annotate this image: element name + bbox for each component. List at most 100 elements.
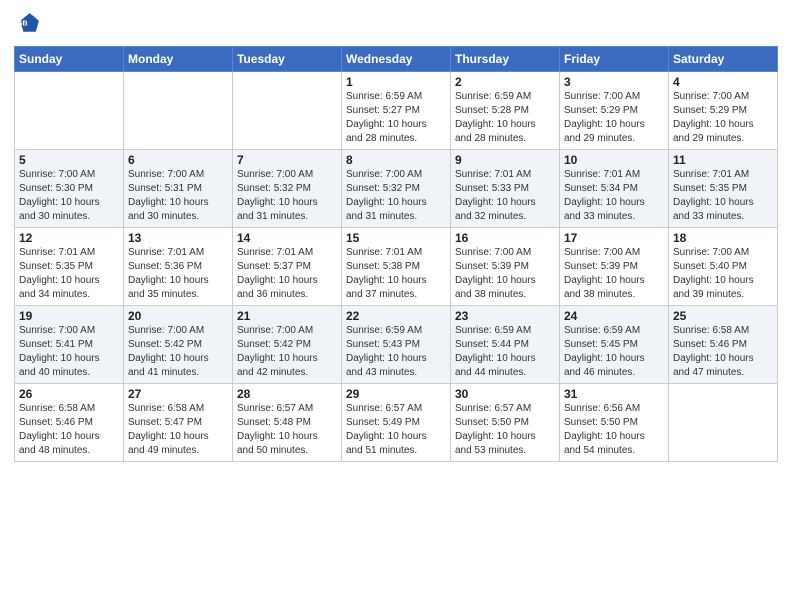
sunset-text: Sunset: 5:32 PM xyxy=(346,183,420,194)
day-number: 12 xyxy=(19,231,119,245)
calendar-cell: 22Sunrise: 6:59 AMSunset: 5:43 PMDayligh… xyxy=(342,306,451,384)
daylight-text: Daylight: 10 hoursand 46 minutes. xyxy=(564,353,645,378)
sunset-text: Sunset: 5:32 PM xyxy=(237,183,311,194)
sunrise-text: Sunrise: 7:01 AM xyxy=(237,247,313,258)
day-number: 25 xyxy=(673,309,773,323)
sunset-text: Sunset: 5:34 PM xyxy=(564,183,638,194)
calendar-cell: 19Sunrise: 7:00 AMSunset: 5:41 PMDayligh… xyxy=(15,306,124,384)
day-number: 14 xyxy=(237,231,337,245)
col-header-tuesday: Tuesday xyxy=(233,47,342,72)
calendar-cell: 9Sunrise: 7:01 AMSunset: 5:33 PMDaylight… xyxy=(451,150,560,228)
day-detail: Sunrise: 7:00 AMSunset: 5:32 PMDaylight:… xyxy=(237,168,337,224)
daylight-text: Daylight: 10 hoursand 30 minutes. xyxy=(19,197,100,222)
day-detail: Sunrise: 7:01 AMSunset: 5:34 PMDaylight:… xyxy=(564,168,664,224)
day-detail: Sunrise: 6:59 AMSunset: 5:27 PMDaylight:… xyxy=(346,90,446,146)
day-number: 28 xyxy=(237,387,337,401)
calendar-cell: 7Sunrise: 7:00 AMSunset: 5:32 PMDaylight… xyxy=(233,150,342,228)
sunrise-text: Sunrise: 6:58 AM xyxy=(19,403,95,414)
sunset-text: Sunset: 5:42 PM xyxy=(128,339,202,350)
daylight-text: Daylight: 10 hoursand 34 minutes. xyxy=(19,275,100,300)
daylight-text: Daylight: 10 hoursand 47 minutes. xyxy=(673,353,754,378)
day-number: 23 xyxy=(455,309,555,323)
day-number: 31 xyxy=(564,387,664,401)
sunrise-text: Sunrise: 7:00 AM xyxy=(128,325,204,336)
sunset-text: Sunset: 5:43 PM xyxy=(346,339,420,350)
sunrise-text: Sunrise: 6:59 AM xyxy=(455,91,531,102)
logo: GB xyxy=(14,10,46,38)
daylight-text: Daylight: 10 hoursand 44 minutes. xyxy=(455,353,536,378)
day-detail: Sunrise: 6:58 AMSunset: 5:46 PMDaylight:… xyxy=(673,324,773,380)
sunset-text: Sunset: 5:46 PM xyxy=(673,339,747,350)
sunrise-text: Sunrise: 7:00 AM xyxy=(564,247,640,258)
day-number: 6 xyxy=(128,153,228,167)
sunset-text: Sunset: 5:28 PM xyxy=(455,105,529,116)
calendar-cell: 2 Sunrise: 6:59 AM Sunset: 5:28 PM Daylight… xyxy=(451,72,560,150)
sunset-text: Sunset: 5:35 PM xyxy=(19,261,93,272)
day-detail: Sunrise: 7:01 AMSunset: 5:35 PMDaylight:… xyxy=(673,168,773,224)
calendar-cell: 24Sunrise: 6:59 AMSunset: 5:45 PMDayligh… xyxy=(560,306,669,384)
sunset-text: Sunset: 5:41 PM xyxy=(19,339,93,350)
sunset-text: Sunset: 5:35 PM xyxy=(673,183,747,194)
day-number: 2 xyxy=(455,75,555,89)
day-detail: Sunrise: 6:59 AMSunset: 5:45 PMDaylight:… xyxy=(564,324,664,380)
day-detail: Sunrise: 7:01 AMSunset: 5:33 PMDaylight:… xyxy=(455,168,555,224)
day-number: 30 xyxy=(455,387,555,401)
daylight-text: Daylight: 10 hoursand 51 minutes. xyxy=(346,431,427,456)
sunset-text: Sunset: 5:37 PM xyxy=(237,261,311,272)
logo-icon: GB xyxy=(14,10,42,38)
daylight-text: Daylight: 10 hoursand 29 minutes. xyxy=(564,119,645,144)
day-detail: Sunrise: 6:56 AMSunset: 5:50 PMDaylight:… xyxy=(564,402,664,458)
sunset-text: Sunset: 5:46 PM xyxy=(19,417,93,428)
calendar-cell: 5Sunrise: 7:00 AMSunset: 5:30 PMDaylight… xyxy=(15,150,124,228)
day-detail: Sunrise: 6:59 AM Sunset: 5:28 PM Daylight:… xyxy=(455,90,555,146)
page: GB SundayMondayTuesdayWednesdayThursdayF… xyxy=(0,0,792,476)
calendar-cell: 27Sunrise: 6:58 AMSunset: 5:47 PMDayligh… xyxy=(124,384,233,462)
day-detail: Sunrise: 6:57 AMSunset: 5:48 PMDaylight:… xyxy=(237,402,337,458)
calendar-cell: 10Sunrise: 7:01 AMSunset: 5:34 PMDayligh… xyxy=(560,150,669,228)
sunset-text: Sunset: 5:30 PM xyxy=(19,183,93,194)
calendar-cell: 28Sunrise: 6:57 AMSunset: 5:48 PMDayligh… xyxy=(233,384,342,462)
day-number: 16 xyxy=(455,231,555,245)
calendar-cell: 6Sunrise: 7:00 AMSunset: 5:31 PMDaylight… xyxy=(124,150,233,228)
sunset-text: Sunset: 5:50 PM xyxy=(455,417,529,428)
day-number: 8 xyxy=(346,153,446,167)
daylight-text: Daylight: 10 hoursand 53 minutes. xyxy=(455,431,536,456)
calendar-cell: 26Sunrise: 6:58 AMSunset: 5:46 PMDayligh… xyxy=(15,384,124,462)
daylight-text: Daylight: 10 hoursand 32 minutes. xyxy=(455,197,536,222)
calendar-cell: 18Sunrise: 7:00 AMSunset: 5:40 PMDayligh… xyxy=(669,228,778,306)
daylight-text: Daylight: 10 hoursand 39 minutes. xyxy=(673,275,754,300)
calendar-cell: 15Sunrise: 7:01 AMSunset: 5:38 PMDayligh… xyxy=(342,228,451,306)
day-detail: Sunrise: 6:59 AM Sunset: 5:43 PM Daylight:… xyxy=(346,324,446,380)
calendar-cell xyxy=(233,72,342,150)
sunset-text: Sunset: 5:48 PM xyxy=(237,417,311,428)
day-number: 21 xyxy=(237,309,337,323)
sunset-text: Sunset: 5:31 PM xyxy=(128,183,202,194)
day-detail: Sunrise: 7:00 AMSunset: 5:42 PMDaylight:… xyxy=(128,324,228,380)
calendar-cell: 8Sunrise: 7:00 AMSunset: 5:32 PMDaylight… xyxy=(342,150,451,228)
sunrise-text: Sunrise: 7:01 AM xyxy=(455,169,531,180)
daylight-text: Daylight: 10 hoursand 28 minutes. xyxy=(455,119,536,144)
sunset-text: Sunset: 5:47 PM xyxy=(128,417,202,428)
daylight-text: Daylight: 10 hoursand 43 minutes. xyxy=(346,353,427,378)
day-detail: Sunrise: 7:00 AMSunset: 5:32 PMDaylight:… xyxy=(346,168,446,224)
day-detail: Sunrise: 7:00 AMSunset: 5:29 PMDaylight:… xyxy=(673,90,773,146)
daylight-text: Daylight: 10 hoursand 42 minutes. xyxy=(237,353,318,378)
day-detail: Sunrise: 6:57 AM Sunset: 5:50 PM Daylight:… xyxy=(455,402,555,458)
sunset-text: Sunset: 5:27 PM xyxy=(346,105,420,116)
calendar-cell: 11Sunrise: 7:01 AMSunset: 5:35 PMDayligh… xyxy=(669,150,778,228)
col-header-monday: Monday xyxy=(124,47,233,72)
sunrise-text: Sunrise: 6:59 AM xyxy=(346,325,422,336)
day-detail: Sunrise: 6:59 AMSunset: 5:44 PMDaylight:… xyxy=(455,324,555,380)
header: GB xyxy=(14,10,778,38)
calendar-week-3: 12 Sunrise: 7:01 AM Sunset: 5:35 PM Dayligh… xyxy=(15,228,778,306)
day-number: 11 xyxy=(673,153,773,167)
daylight-text: Daylight: 10 hoursand 37 minutes. xyxy=(346,275,427,300)
daylight-text: Daylight: 10 hoursand 33 minutes. xyxy=(673,197,754,222)
calendar-cell xyxy=(124,72,233,150)
day-number: 15 xyxy=(346,231,446,245)
calendar-cell: 30 Sunrise: 6:57 AM Sunset: 5:50 PM Dayligh… xyxy=(451,384,560,462)
sunrise-text: Sunrise: 6:56 AM xyxy=(564,403,640,414)
daylight-text: Daylight: 10 hoursand 38 minutes. xyxy=(564,275,645,300)
sunrise-text: Sunrise: 6:57 AM xyxy=(455,403,531,414)
sunrise-text: Sunrise: 7:01 AM xyxy=(128,247,204,258)
